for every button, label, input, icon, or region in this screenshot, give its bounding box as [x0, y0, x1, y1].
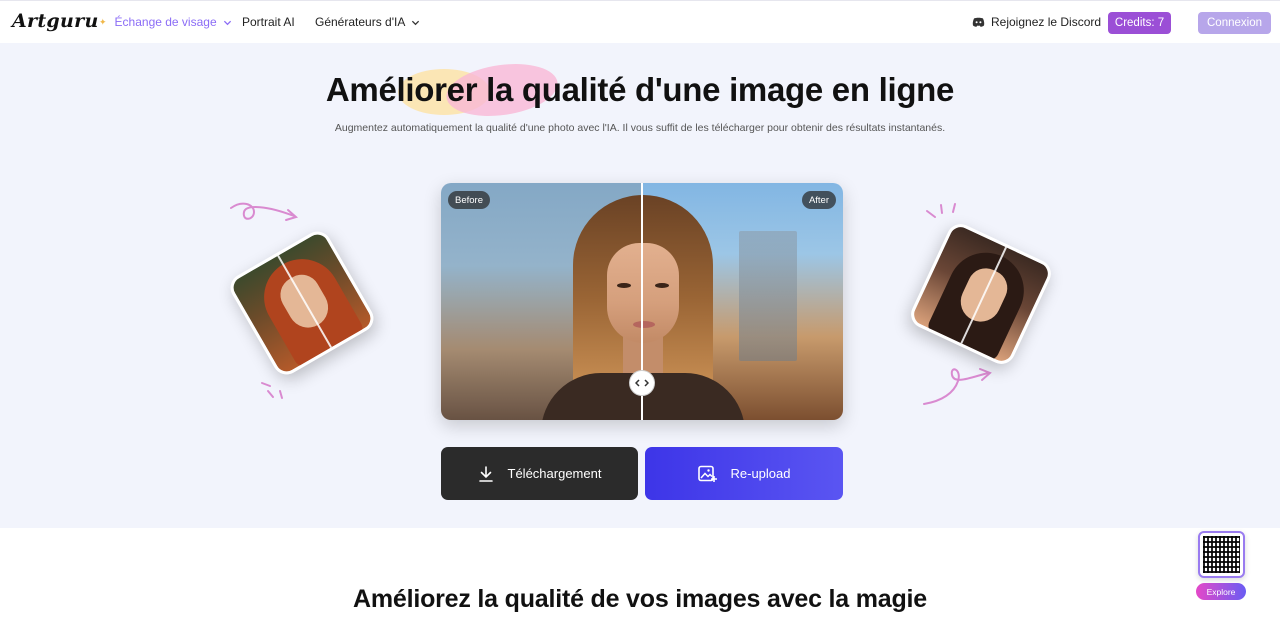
chevron-down-icon [412, 20, 420, 25]
login-button[interactable]: Connexion [1198, 12, 1271, 34]
nav-item-label: Générateurs d'IA [315, 15, 406, 29]
squiggle-arrow-icon [923, 368, 992, 405]
nav-item-label: Échange de visage [114, 15, 217, 29]
before-after-viewer[interactable]: Before After [441, 183, 843, 420]
nav-item-label: Portrait AI [242, 15, 295, 29]
compare-slider-handle[interactable] [629, 370, 655, 396]
download-icon [478, 465, 493, 482]
section-title: Améliorez la qualité de vos images avec … [353, 585, 927, 613]
portrait-eye [655, 283, 669, 288]
before-badge: Before [448, 191, 490, 209]
qr-code-widget[interactable] [1198, 531, 1245, 578]
nav-item-face-swap[interactable]: ✦ Échange de visage [99, 15, 232, 29]
discord-label: Rejoignez le Discord [991, 15, 1102, 29]
reupload-button[interactable]: Re-upload [645, 447, 843, 500]
compare-arrows-icon [635, 379, 649, 387]
portrait-lips [633, 321, 655, 328]
portrait-face [607, 243, 679, 343]
sparkle-icon: ✦ [99, 16, 107, 27]
logo[interactable]: Artguru [12, 10, 99, 32]
page-subtitle: Augmentez automatiquement la qualité d'u… [334, 122, 946, 134]
squiggle-arrow-icon [230, 202, 299, 221]
image-upload-icon [697, 465, 717, 482]
explore-button[interactable]: Explore [1196, 583, 1246, 600]
download-button-label: Téléchargement [507, 466, 602, 481]
example-photo-card [225, 226, 379, 380]
sparkle-lines-icon [926, 203, 956, 218]
reupload-button-label: Re-upload [730, 466, 791, 481]
example-photo-card [906, 219, 1056, 369]
chevron-down-icon [223, 20, 231, 25]
discord-link[interactable]: Rejoignez le Discord [972, 15, 1101, 29]
top-nav: Artguru ✦ Échange de visage Portrait AI … [0, 0, 1280, 43]
nav-item-portrait-ai[interactable]: Portrait AI [242, 15, 295, 29]
qr-code-icon [1203, 536, 1240, 573]
discord-icon [972, 17, 985, 27]
after-badge: After [801, 191, 836, 209]
nav-item-ai-generators[interactable]: Générateurs d'IA [315, 15, 420, 29]
credits-badge[interactable]: Credits: 7 [1108, 12, 1171, 34]
download-button[interactable]: Téléchargement [441, 447, 638, 500]
sparkle-lines-icon [261, 382, 283, 399]
background-building [739, 231, 797, 361]
hero-section: Améliorer la qualité d'une image en lign… [0, 43, 1280, 528]
page-title: Améliorer la qualité d'une image en lign… [325, 71, 955, 108]
portrait-eye [617, 283, 631, 288]
